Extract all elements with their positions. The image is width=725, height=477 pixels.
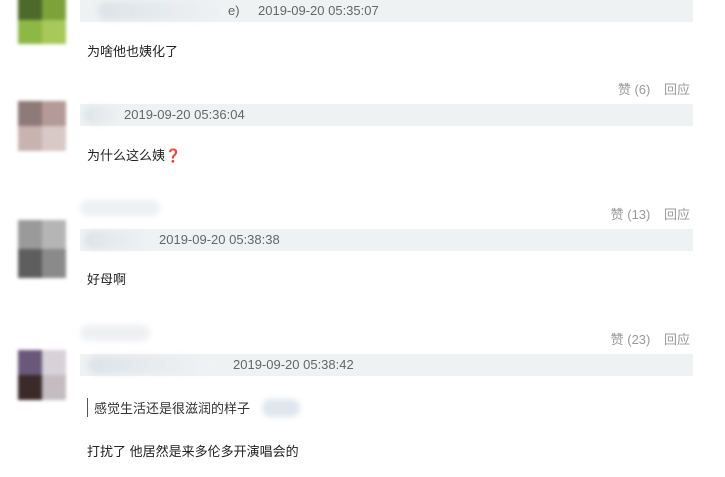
avatar[interactable]	[18, 0, 66, 44]
comment-actions: 赞 (6) 回应	[618, 79, 690, 98]
like-button[interactable]: 赞 (6)	[618, 79, 651, 98]
username[interactable]	[88, 356, 218, 374]
comment-text-content: 为什么这么姨	[87, 148, 166, 163]
username-suffix: e)	[228, 3, 240, 18]
avatar[interactable]	[18, 350, 66, 400]
avatar[interactable]	[18, 220, 66, 278]
reply-button[interactable]: 回应	[664, 204, 690, 223]
comment-actions: 赞 (23) 回应	[611, 329, 690, 348]
username[interactable]	[98, 2, 238, 20]
comment-text: 为啥他也姨化了	[87, 44, 179, 59]
reply-button[interactable]: 回应	[664, 329, 690, 348]
username-blur	[80, 325, 150, 341]
quoted-username	[262, 399, 300, 417]
like-button[interactable]: 赞 (23)	[611, 329, 651, 348]
comment-time: 2019-09-20 05:38:38	[159, 232, 280, 247]
comment-time: 2019-09-20 05:38:42	[233, 357, 354, 372]
username[interactable]	[84, 106, 124, 124]
avatar[interactable]	[18, 101, 66, 151]
comment-text: 好母啊	[87, 272, 127, 287]
comment-time: 2019-09-20 05:35:07	[258, 3, 379, 18]
username-blur	[80, 200, 160, 216]
comment-time: 2019-09-20 05:36:04	[124, 107, 245, 122]
comment-meta: e) 2019-09-20 05:35:07	[80, 0, 693, 22]
like-button[interactable]: 赞 (13)	[611, 204, 651, 223]
quoted-reply: 感觉生活还是很滋润的样子	[87, 398, 250, 417]
comment-meta: 2019-09-20 05:38:42	[80, 354, 693, 376]
comment-actions: 赞 (13) 回应	[611, 204, 690, 223]
comment-text: 打扰了 他居然是来多伦多开演唱会的	[87, 444, 299, 459]
username[interactable]	[84, 231, 154, 249]
comment-meta: 2019-09-20 05:36:04	[80, 104, 693, 126]
reply-button[interactable]: 回应	[664, 79, 690, 98]
comment-meta: 2019-09-20 05:38:38	[80, 229, 693, 251]
comment-text: 为什么这么姨❓	[87, 145, 181, 164]
question-mark-icon: ❓	[165, 148, 182, 163]
